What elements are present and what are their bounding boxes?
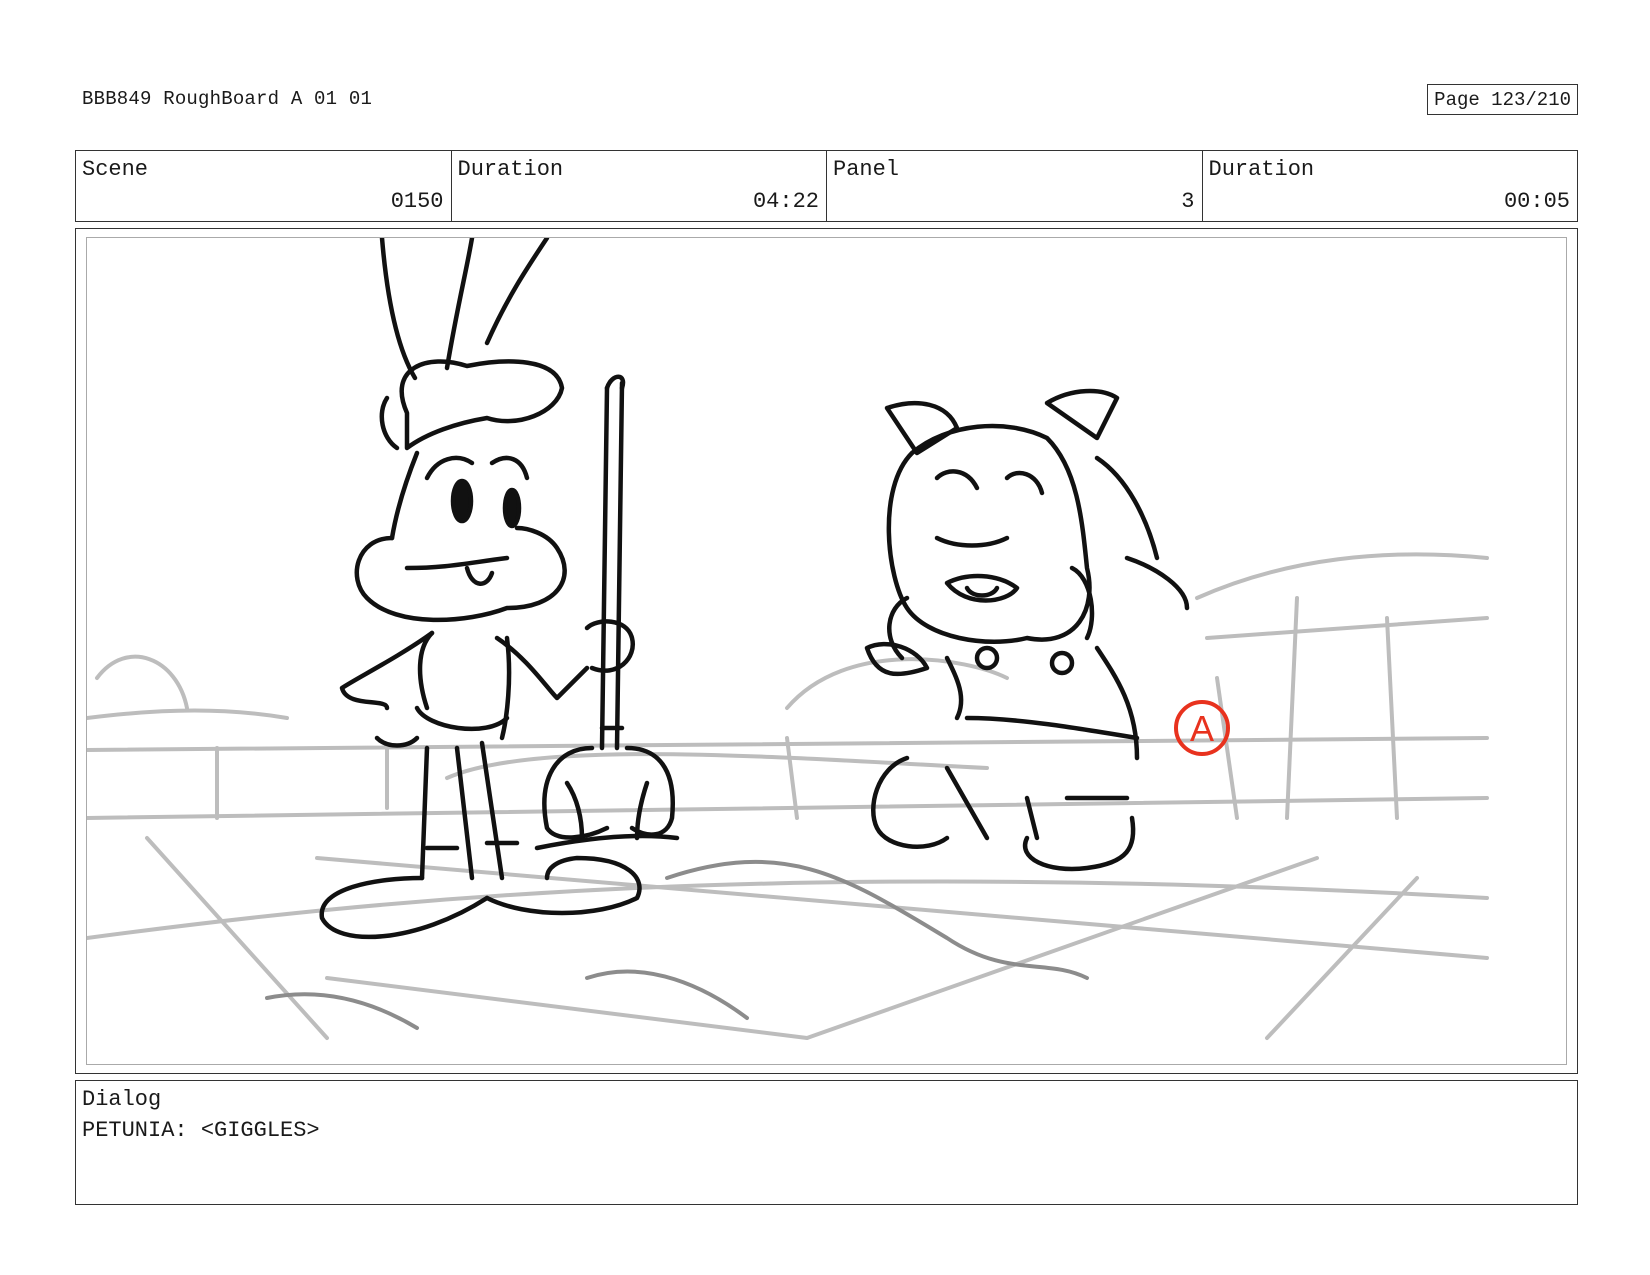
dialog-label: Dialog xyxy=(82,1087,162,1112)
scene-value: 0150 xyxy=(390,189,444,214)
panel-duration-cell: Duration 00:05 xyxy=(1203,151,1578,221)
dialog-text: PETUNIA: <GIGGLES> xyxy=(82,1118,320,1143)
annotation-marker-a: A xyxy=(1174,700,1230,756)
panel-cell: Panel 3 xyxy=(827,151,1203,221)
panel-label: Panel xyxy=(833,157,900,182)
scene-duration-label: Duration xyxy=(457,157,564,182)
document-title: BBB849 RoughBoard A 01 01 xyxy=(82,88,373,110)
page-number: Page 123/210 xyxy=(1427,84,1578,115)
panel-value: 3 xyxy=(1181,189,1195,214)
scene-label: Scene xyxy=(82,157,149,182)
panel-sketch: A xyxy=(87,238,1489,1040)
scene-cell: Scene 0150 xyxy=(76,151,452,221)
panel-duration-value: 00:05 xyxy=(1503,189,1570,214)
storyboard-panel: A xyxy=(75,228,1578,1074)
scene-duration-cell: Duration 04:22 xyxy=(452,151,827,221)
annotation-letter: A xyxy=(1190,708,1214,749)
panel-drawing-area: A xyxy=(86,237,1567,1065)
pig-character xyxy=(864,388,1190,872)
panel-duration-label: Duration xyxy=(1208,157,1315,182)
scene-duration-value: 04:22 xyxy=(752,189,819,214)
background-sketch xyxy=(87,552,1489,1040)
dialog-box: Dialog PETUNIA: <GIGGLES> xyxy=(75,1080,1578,1205)
scene-info-row: Scene 0150 Duration 04:22 Panel 3 Durati… xyxy=(75,150,1578,222)
rake-sketch xyxy=(534,374,680,851)
